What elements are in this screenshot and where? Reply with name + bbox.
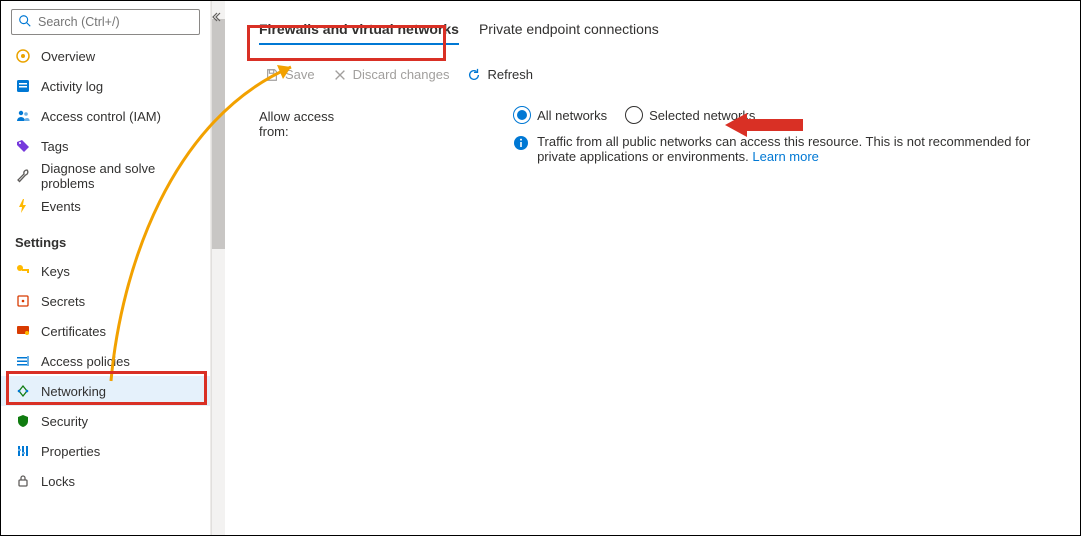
sidebar-item-label: Properties [41, 444, 100, 459]
info-icon [513, 135, 529, 151]
radio-icon [513, 106, 531, 124]
networking-icon [15, 383, 31, 399]
tab-firewalls[interactable]: Firewalls and virtual networks [259, 21, 459, 45]
lightning-icon [15, 198, 31, 214]
annotation-red-arrow-icon [725, 110, 805, 140]
sidebar-item-keys[interactable]: Keys [1, 256, 210, 286]
access-from-label: Allow access from: [259, 106, 363, 139]
sidebar-item-label: Locks [41, 474, 75, 489]
shield-icon [15, 413, 31, 429]
sidebar-item-diagnose[interactable]: Diagnose and solve problems [1, 161, 210, 191]
sidebar-item-label: Certificates [41, 324, 106, 339]
refresh-button[interactable]: Refresh [467, 67, 533, 82]
secrets-icon [15, 293, 31, 309]
collapse-sidebar-icon[interactable] [210, 11, 222, 23]
sidebar-item-label: Secrets [41, 294, 85, 309]
certificate-icon [15, 323, 31, 339]
sidebar-item-label: Security [41, 414, 88, 429]
sidebar-item-label: Networking [41, 384, 106, 399]
tag-icon [15, 138, 31, 154]
sidebar-item-activity-log[interactable]: Activity log [1, 71, 210, 101]
tab-private-endpoint[interactable]: Private endpoint connections [479, 21, 659, 43]
toolbar-label: Refresh [487, 67, 533, 82]
people-icon [15, 108, 31, 124]
sidebar-item-security[interactable]: Security [1, 406, 210, 436]
toolbar-label: Discard changes [353, 67, 450, 82]
radio-label: All networks [537, 108, 607, 123]
sidebar-item-access-control[interactable]: Access control (IAM) [1, 101, 210, 131]
sidebar-item-locks[interactable]: Locks [1, 466, 210, 496]
close-icon [333, 68, 347, 82]
nav-list-settings: Keys Secrets Certificates Access policie… [1, 256, 210, 496]
sidebar-item-networking[interactable]: Networking [1, 376, 210, 406]
main-content: Firewalls and virtual networks Private e… [225, 1, 1080, 535]
refresh-icon [467, 68, 481, 82]
sidebar-item-access-policies[interactable]: Access policies [1, 346, 210, 376]
learn-more-link[interactable]: Learn more [752, 149, 818, 164]
wrench-icon [15, 168, 31, 184]
search-input[interactable] [11, 9, 200, 35]
overview-icon [15, 48, 31, 64]
scrollbar-thumb[interactable] [212, 19, 225, 249]
sidebar-item-label: Tags [41, 139, 68, 154]
sidebar-item-properties[interactable]: Properties [1, 436, 210, 466]
sidebar-item-overview[interactable]: Overview [1, 41, 210, 71]
sidebar-item-label: Events [41, 199, 81, 214]
settings-section-label: Settings [1, 221, 210, 256]
key-icon [15, 263, 31, 279]
lock-icon [15, 473, 31, 489]
sidebar-item-label: Keys [41, 264, 70, 279]
access-policies-icon [15, 353, 31, 369]
radio-all-networks[interactable]: All networks [513, 106, 607, 124]
sidebar-item-events[interactable]: Events [1, 191, 210, 221]
scrollbar[interactable] [211, 1, 225, 535]
sidebar-item-label: Activity log [41, 79, 103, 94]
sidebar-item-certificates[interactable]: Certificates [1, 316, 210, 346]
save-button[interactable]: Save [265, 67, 315, 82]
sidebar-item-tags[interactable]: Tags [1, 131, 210, 161]
save-icon [265, 68, 279, 82]
sidebar: Overview Activity log Access control (IA… [1, 1, 211, 535]
sidebar-item-label: Access control (IAM) [41, 109, 161, 124]
toolbar-label: Save [285, 67, 315, 82]
nav-list-top: Overview Activity log Access control (IA… [1, 41, 210, 221]
sidebar-item-label: Overview [41, 49, 95, 64]
sidebar-item-label: Diagnose and solve problems [41, 161, 196, 191]
properties-icon [15, 443, 31, 459]
sidebar-item-label: Access policies [41, 354, 130, 369]
activity-log-icon [15, 78, 31, 94]
toolbar: Save Discard changes Refresh [259, 67, 1070, 82]
search-icon [18, 14, 32, 28]
radio-icon [625, 106, 643, 124]
discard-button[interactable]: Discard changes [333, 67, 450, 82]
sidebar-item-secrets[interactable]: Secrets [1, 286, 210, 316]
tabs: Firewalls and virtual networks Private e… [259, 21, 1070, 45]
